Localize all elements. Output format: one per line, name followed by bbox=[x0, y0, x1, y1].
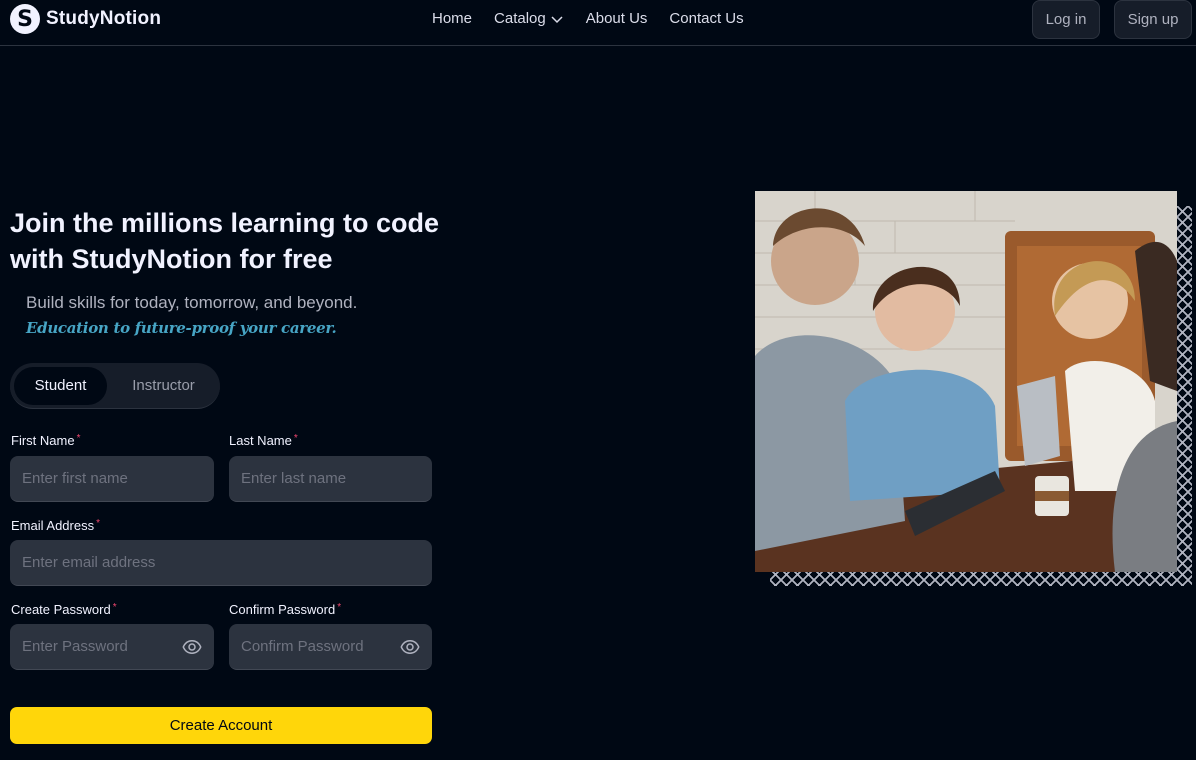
eye-icon[interactable] bbox=[182, 637, 202, 657]
label-text: Confirm Password bbox=[229, 602, 336, 617]
nav-link-label: Catalog bbox=[494, 10, 546, 27]
last-name-field-wrapper bbox=[229, 456, 432, 502]
students-photo-illustration bbox=[755, 191, 1177, 572]
eye-icon[interactable] bbox=[400, 637, 420, 657]
nav-links: Home Catalog About Us Contact Us bbox=[432, 10, 744, 27]
last-name-input[interactable] bbox=[229, 456, 432, 501]
label-text: First Name bbox=[11, 433, 75, 448]
last-name-label: Last Name * bbox=[229, 433, 298, 448]
required-mark: * bbox=[96, 518, 100, 529]
first-name-field-wrapper bbox=[10, 456, 214, 502]
tab-student[interactable]: Student bbox=[14, 366, 108, 405]
first-name-input[interactable] bbox=[10, 456, 214, 501]
confirm-password-label: Confirm Password * bbox=[229, 602, 341, 617]
password-field-wrapper bbox=[10, 624, 214, 670]
role-toggle: Student Instructor bbox=[10, 363, 220, 409]
nav-link-label: Home bbox=[432, 10, 473, 27]
hero-subtext: Build skills for today, tomorrow, and be… bbox=[26, 293, 358, 312]
label-text: Email Address bbox=[11, 518, 95, 533]
tab-instructor[interactable]: Instructor bbox=[111, 367, 216, 405]
hero-image bbox=[755, 191, 1177, 572]
logo-icon: S bbox=[10, 4, 40, 34]
nav-link-about[interactable]: About Us bbox=[586, 10, 648, 27]
confirm-password-field-wrapper bbox=[229, 624, 432, 670]
nav-link-catalog[interactable]: Catalog bbox=[494, 10, 564, 27]
signup-button[interactable]: Sign up bbox=[1114, 0, 1192, 39]
required-mark: * bbox=[293, 433, 298, 444]
first-name-label: First Name * bbox=[11, 433, 80, 448]
email-label: Email Address * bbox=[11, 518, 100, 533]
chevron-down-icon bbox=[551, 15, 563, 23]
nav-link-label: Contact Us bbox=[669, 10, 744, 27]
label-text: Create Password bbox=[11, 602, 111, 617]
email-input[interactable] bbox=[10, 540, 432, 585]
nav-link-home[interactable]: Home bbox=[432, 10, 472, 27]
required-mark: * bbox=[112, 602, 117, 613]
navbar: S StudyNotion Home Catalog About Us Cont… bbox=[0, 0, 1196, 46]
brand-logo[interactable]: S StudyNotion bbox=[10, 4, 161, 34]
auth-buttons: Log in Sign up bbox=[1032, 0, 1192, 39]
brand-name: StudyNotion bbox=[46, 8, 162, 29]
create-account-button[interactable]: Create Account bbox=[10, 707, 432, 744]
nav-link-label: About Us bbox=[585, 10, 648, 27]
required-mark: * bbox=[76, 433, 81, 444]
required-mark: * bbox=[337, 602, 342, 613]
hero-tagline: Education to future-proof your career. bbox=[26, 319, 337, 337]
page-title: Join the millions learning to code with … bbox=[10, 208, 440, 274]
login-button[interactable]: Log in bbox=[1032, 0, 1100, 39]
nav-link-contact[interactable]: Contact Us bbox=[669, 10, 743, 27]
password-label: Create Password * bbox=[11, 602, 117, 617]
email-field-wrapper bbox=[10, 540, 432, 586]
label-text: Last Name bbox=[229, 433, 292, 448]
